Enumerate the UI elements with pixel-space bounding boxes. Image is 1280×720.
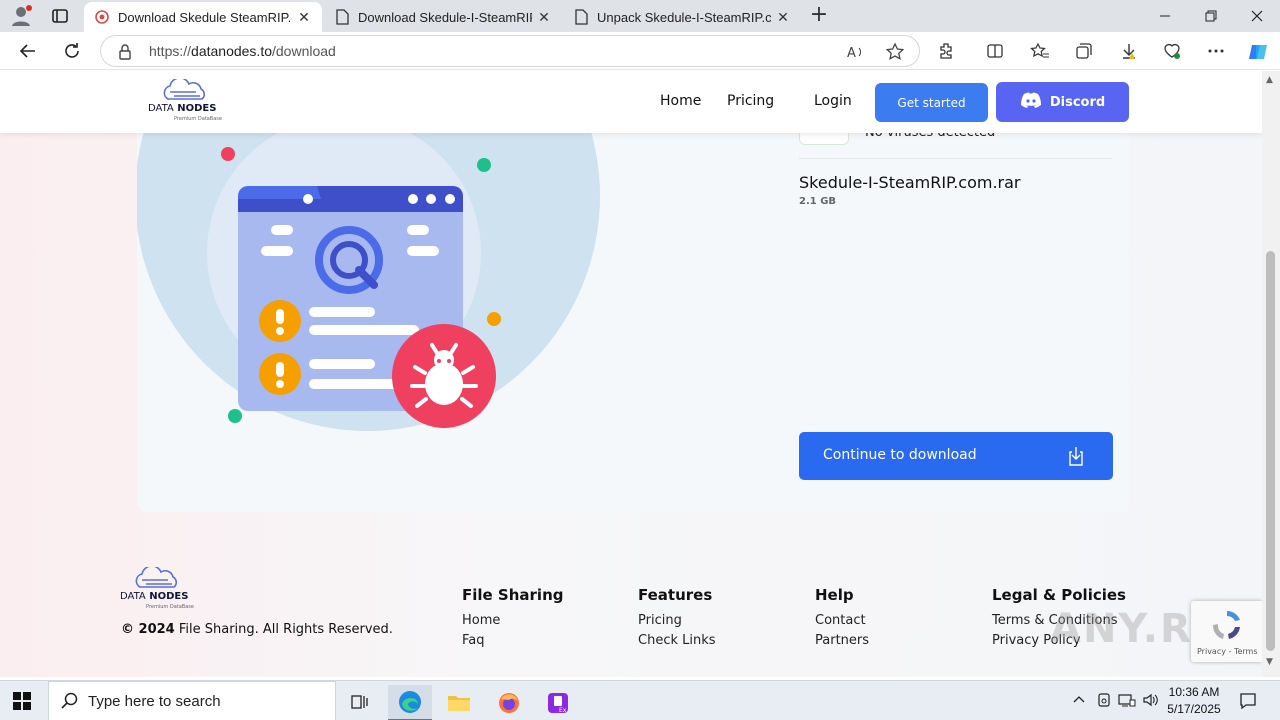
page-icon xyxy=(573,9,589,25)
footer-title-file-sharing: File Sharing xyxy=(462,586,564,604)
network-icon[interactable] xyxy=(1118,692,1136,710)
copilot-icon[interactable] xyxy=(1247,41,1267,61)
tab-label: Download Skedule-I-SteamRIP.com xyxy=(358,9,532,25)
file-size: 2.1 GB xyxy=(799,196,837,207)
tab-unpack-skedule[interactable]: Unpack Skedule-I-SteamRIP.com ✕ xyxy=(563,2,801,32)
system-clock[interactable]: 10:36 AM 5/17/2025 xyxy=(1164,684,1224,718)
favorite-star-icon[interactable] xyxy=(885,42,905,66)
virus-scan-illustration xyxy=(207,116,501,428)
datanodes-favicon-icon xyxy=(94,9,110,25)
more-options-icon[interactable] xyxy=(1206,41,1226,61)
tab-download-steamrip[interactable]: Download Skedule SteamRIP.com ✕ xyxy=(84,2,322,32)
nav-login[interactable]: Login xyxy=(814,93,852,109)
datanodes-logo[interactable]: DATA NODES Premium DataBase xyxy=(148,79,228,125)
downloads-icon[interactable] xyxy=(1119,41,1139,61)
logo-wordmark: DATA NODES xyxy=(148,103,217,114)
logo-tagline: Premium DataBase xyxy=(174,116,222,122)
page-icon xyxy=(334,9,350,25)
site-header: DATA NODES Premium DataBase Home Pricing… xyxy=(0,71,1262,133)
footer-link-home[interactable]: Home xyxy=(462,613,500,628)
continue-download-label: Continue to download xyxy=(823,447,977,463)
logo-wordmark: DATA NODES xyxy=(120,591,189,602)
window-close-icon[interactable] xyxy=(1247,6,1267,26)
firefox-icon[interactable] xyxy=(487,685,531,720)
tab-actions-icon[interactable] xyxy=(50,6,70,26)
task-view-icon[interactable] xyxy=(338,685,382,720)
nav-home[interactable]: Home xyxy=(660,93,701,109)
scroll-up-icon[interactable]: ▲ xyxy=(1266,75,1276,85)
vertical-scrollbar[interactable]: ▲ ▼ xyxy=(1262,71,1280,677)
taskbar-search[interactable]: Type here to search xyxy=(48,681,336,720)
refresh-icon[interactable] xyxy=(61,40,83,62)
scroll-down-icon[interactable]: ▼ xyxy=(1266,657,1276,667)
close-icon[interactable]: ✕ xyxy=(296,9,312,26)
cloud-logo-icon xyxy=(163,79,206,100)
address-toolbar: https://datanodes.to/download A xyxy=(0,32,1280,70)
svg-text:Ex: Ex xyxy=(559,707,567,714)
edge-taskbar-icon[interactable] xyxy=(388,685,432,720)
recaptcha-links[interactable]: Privacy - Terms xyxy=(1197,647,1258,656)
close-icon[interactable]: ✕ xyxy=(536,9,552,26)
download-icon xyxy=(1065,444,1087,468)
minimize-icon[interactable] xyxy=(1155,6,1175,26)
search-placeholder: Type here to search xyxy=(88,693,221,710)
address-bar[interactable]: https://datanodes.to/download A xyxy=(100,35,920,67)
get-started-button[interactable]: Get started xyxy=(875,83,988,122)
scroll-thumb[interactable] xyxy=(1266,251,1275,651)
recaptcha-icon xyxy=(1212,611,1240,639)
footer-link-faq[interactable]: Faq xyxy=(462,633,485,648)
clock-time: 10:36 AM xyxy=(1168,685,1220,699)
url-text[interactable]: https://datanodes.to/download xyxy=(149,43,336,59)
favorites-icon[interactable] xyxy=(1030,41,1050,61)
footer-logo[interactable]: DATA NODES Premium DataBase xyxy=(120,567,200,613)
clock-date: 5/17/2025 xyxy=(1167,702,1221,716)
back-icon[interactable] xyxy=(17,40,39,62)
footer-title-help: Help xyxy=(815,586,854,604)
search-icon xyxy=(61,692,79,710)
divider xyxy=(799,158,1112,159)
notification-icon[interactable] xyxy=(1238,691,1258,711)
cloud-logo-icon xyxy=(135,567,178,588)
split-screen-icon[interactable] xyxy=(985,41,1005,61)
get-started-label: Get started xyxy=(897,95,966,110)
lock-icon[interactable] xyxy=(117,43,133,65)
copyright: © 2024 File Sharing. All Rights Reserved… xyxy=(121,622,393,637)
app-taskbar-icon[interactable]: Ex xyxy=(536,685,580,720)
continue-download-button[interactable]: Continue to download xyxy=(799,432,1113,480)
extensions-icon[interactable] xyxy=(937,41,957,61)
footer-link-contact[interactable]: Contact xyxy=(815,613,866,628)
tab-download-skedule[interactable]: Download Skedule-I-SteamRIP.com ✕ xyxy=(324,2,562,32)
logo-tagline: Premium DataBase xyxy=(146,604,194,610)
read-aloud-icon[interactable]: A xyxy=(846,42,866,66)
tray-overflow-icon[interactable] xyxy=(1070,692,1088,710)
discord-button[interactable]: Discord xyxy=(996,82,1129,122)
svg-text:A: A xyxy=(847,46,856,61)
browser-essentials-icon[interactable] xyxy=(1162,41,1182,61)
file-explorer-icon[interactable] xyxy=(437,685,481,720)
new-tab-button[interactable]: + xyxy=(808,4,830,26)
restore-icon[interactable] xyxy=(1201,6,1221,26)
collections-icon[interactable] xyxy=(1074,41,1094,61)
tab-label: Download Skedule SteamRIP.com xyxy=(118,9,292,25)
footer-title-legal: Legal & Policies xyxy=(992,586,1126,604)
recaptcha-badge[interactable]: Privacy - Terms xyxy=(1191,601,1262,662)
footer-link-pricing[interactable]: Pricing xyxy=(638,613,682,628)
close-icon[interactable]: ✕ xyxy=(775,9,791,26)
footer-link-partners[interactable]: Partners xyxy=(815,633,869,648)
nav-pricing[interactable]: Pricing xyxy=(727,93,774,109)
tab-strip: Download Skedule SteamRIP.com ✕ Download… xyxy=(0,0,1280,32)
windows-start-icon[interactable] xyxy=(13,692,31,710)
discord-icon xyxy=(1020,92,1042,112)
web-page: No viruses detected Skedule-I-SteamRIP.c… xyxy=(0,71,1262,677)
file-name: Skedule-I-SteamRIP.com.rar xyxy=(799,173,1021,192)
profile-icon[interactable] xyxy=(10,5,34,27)
windows-taskbar: Type here to search Ex 10:36 AM 5/17/202… xyxy=(0,680,1280,720)
tab-label: Unpack Skedule-I-SteamRIP.com xyxy=(597,9,771,25)
volume-icon[interactable] xyxy=(1142,692,1160,710)
tray-device-icon[interactable] xyxy=(1095,692,1113,710)
footer-link-check-links[interactable]: Check Links xyxy=(638,633,716,648)
footer-title-features: Features xyxy=(638,586,713,604)
discord-label: Discord xyxy=(1049,94,1106,110)
